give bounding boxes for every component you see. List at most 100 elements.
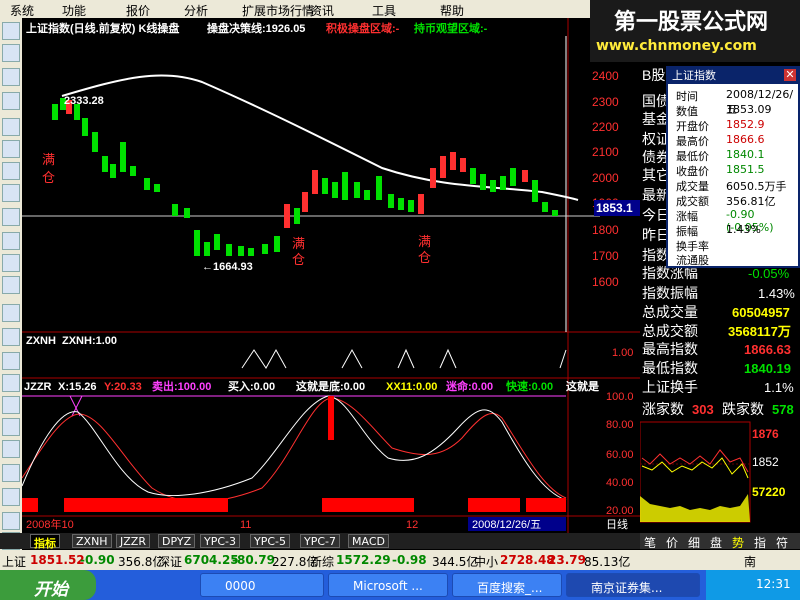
clock[interactable]: 12:31 — [756, 577, 791, 591]
tab-macd[interactable]: MACD — [348, 534, 389, 548]
zx-label: 中小 — [474, 555, 499, 569]
info-value-rise: -0.05% — [748, 266, 790, 281]
chart-title: 上证指数(日线.前复权) K线操盘 — [26, 21, 179, 35]
low-annotation: ←1664.93 — [202, 261, 253, 273]
jzzr-title: JZZR — [24, 381, 52, 393]
taskbar: 开始 0000 Microsoft ... 百度搜索_... 南京证券集... … — [0, 570, 800, 600]
info-value-amt: 3568117万 — [728, 324, 791, 339]
menu-help[interactable]: 帮助 — [440, 2, 464, 19]
etf-icon[interactable] — [2, 304, 20, 322]
rtab-price[interactable]: 价 — [666, 534, 678, 551]
menu-analysis[interactable]: 分析 — [184, 2, 208, 19]
info-partial: B股 — [642, 67, 665, 83]
start-button[interactable]: 开始 — [0, 570, 96, 600]
menu-function[interactable]: 功能 — [62, 2, 86, 19]
tab-zxnh[interactable]: ZXNH — [72, 534, 112, 548]
data-window-popup[interactable]: 上证指数 ✕ 时间 2008/12/26/五 数值 1853.09 开盘价 1852.… — [666, 66, 800, 268]
down-count-label: 跌家数 — [722, 401, 764, 417]
rtab-index[interactable]: 指 — [754, 534, 766, 551]
grid-icon[interactable] — [2, 44, 20, 62]
money-icon[interactable] — [2, 418, 20, 436]
task-securities[interactable]: 南京证券集... — [566, 573, 700, 597]
tab-indicator[interactable]: 指标 — [30, 534, 60, 550]
jzzr-sell: 卖出:100.00 — [152, 379, 211, 393]
sz-change: -80.79 — [232, 553, 275, 567]
menu-ext-market[interactable]: 扩展市场行情 — [242, 2, 314, 19]
popup-row: 涨幅 -0.90 (-0.05%) — [676, 208, 774, 234]
menu-tools[interactable]: 工具 — [372, 2, 396, 19]
rtab-symbol[interactable]: 符 — [776, 534, 788, 551]
rtab-trend[interactable]: 势 — [732, 534, 744, 551]
xc-label: 新综 — [310, 555, 335, 569]
cursor-date: 2008/12/26/五 — [472, 519, 541, 531]
jzzr-xx11: XX11:0.00 — [386, 381, 437, 393]
zx-index: 2728.48 — [500, 553, 555, 567]
wave-icon[interactable] — [2, 328, 20, 346]
popup-row: 振幅 1.43% — [676, 223, 761, 238]
report-icon[interactable] — [2, 118, 20, 136]
kline-chart-area[interactable]: 上证指数(日线.前复权) K线操盘 操盘决策线:1926.05 积极操盘区域:-… — [22, 18, 640, 546]
zx-amount: 85.13亿 — [584, 555, 631, 569]
popup-row: 成交量 6050.5万手 — [676, 180, 787, 193]
close-icon[interactable]: ✕ — [784, 69, 796, 81]
menu-quote[interactable]: 报价 — [126, 2, 150, 19]
fx-icon[interactable] — [2, 232, 20, 250]
arrow-up-icon[interactable] — [2, 512, 20, 530]
popup-row: 时间 2008/12/26/五 — [676, 88, 794, 116]
sz-index: 6704.25 — [184, 553, 239, 567]
up-count-label: 涨家数 — [642, 401, 684, 417]
draw-icon[interactable] — [2, 488, 20, 506]
jzzr-lost: 迷命:0.00 — [445, 379, 493, 393]
info-value-high: 1866.63 — [744, 342, 791, 357]
rtab-detail[interactable]: 细 — [688, 534, 700, 551]
news-icon[interactable] — [2, 254, 20, 272]
date-label-oct: 2008年10 — [26, 517, 74, 531]
tab-ypc3[interactable]: YPC-3 — [200, 534, 241, 548]
task-folder[interactable]: 0000 — [200, 573, 324, 597]
jzzr-y: Y:20.33 — [104, 381, 142, 393]
date-label-nov: 11 — [240, 519, 251, 531]
up-count: 303 — [692, 402, 714, 417]
rsi-icon[interactable] — [2, 352, 20, 370]
tab-ypc7[interactable]: YPC-7 — [300, 534, 341, 548]
jzzr-axis-40: 40.00 — [606, 477, 634, 489]
list-icon[interactable] — [2, 22, 20, 40]
trend-bar-2 — [64, 498, 228, 512]
popup-row: 成交额 356.81亿 — [676, 195, 776, 208]
price-tick: 2000 — [592, 171, 619, 185]
price-tick: 2300 — [592, 95, 619, 109]
zxnh-signal-3 — [397, 348, 415, 369]
rt-icon[interactable] — [2, 396, 20, 414]
rtab-book[interactable]: 盘 — [710, 534, 722, 551]
price-tick: 2100 — [592, 145, 619, 159]
active-zone-label: 积极操盘区域:- — [326, 21, 400, 35]
tab-jzzr[interactable]: JZZR — [116, 534, 150, 548]
calc-icon[interactable] — [2, 276, 20, 294]
rtab-trades[interactable]: 笔 — [644, 534, 656, 551]
jzzr-axis-20: 20.00 — [606, 505, 634, 517]
book-icon[interactable] — [2, 464, 20, 482]
full-position-mark-2b: 仓 — [292, 252, 305, 267]
menu-info[interactable]: 资讯 — [310, 2, 334, 19]
popup-row: 收盘价 1851.5 — [676, 163, 765, 178]
sh-change: -0.90 — [80, 553, 115, 567]
date-label-dec: 12 — [406, 519, 418, 531]
tab-ypc5[interactable]: YPC-5 — [250, 534, 291, 548]
line-chart-icon[interactable] — [2, 68, 20, 86]
users-icon[interactable] — [2, 208, 20, 226]
task-excel[interactable]: Microsoft ... — [328, 573, 448, 597]
mail-icon[interactable] — [2, 184, 20, 202]
tab-dpyz[interactable]: DPYZ — [158, 534, 196, 548]
pen-icon[interactable] — [2, 440, 20, 458]
bar-icon[interactable] — [2, 374, 20, 392]
table-icon[interactable] — [2, 140, 20, 158]
market-status-bar: 上证 1851.52 -0.90 356.8亿 深证 6704.25 -80.7… — [0, 550, 800, 570]
kline-icon[interactable] — [2, 92, 20, 110]
jzzr-axis-100: 100.0 — [606, 391, 634, 403]
menu-system[interactable]: 系统 — [10, 2, 34, 19]
sort-icon[interactable] — [2, 162, 20, 180]
zxnh-signal-1 — [241, 348, 287, 369]
xc-index: 1572.29 — [336, 553, 391, 567]
zxnh-signal-2 — [341, 348, 363, 369]
task-browser[interactable]: 百度搜索_... — [452, 573, 562, 597]
